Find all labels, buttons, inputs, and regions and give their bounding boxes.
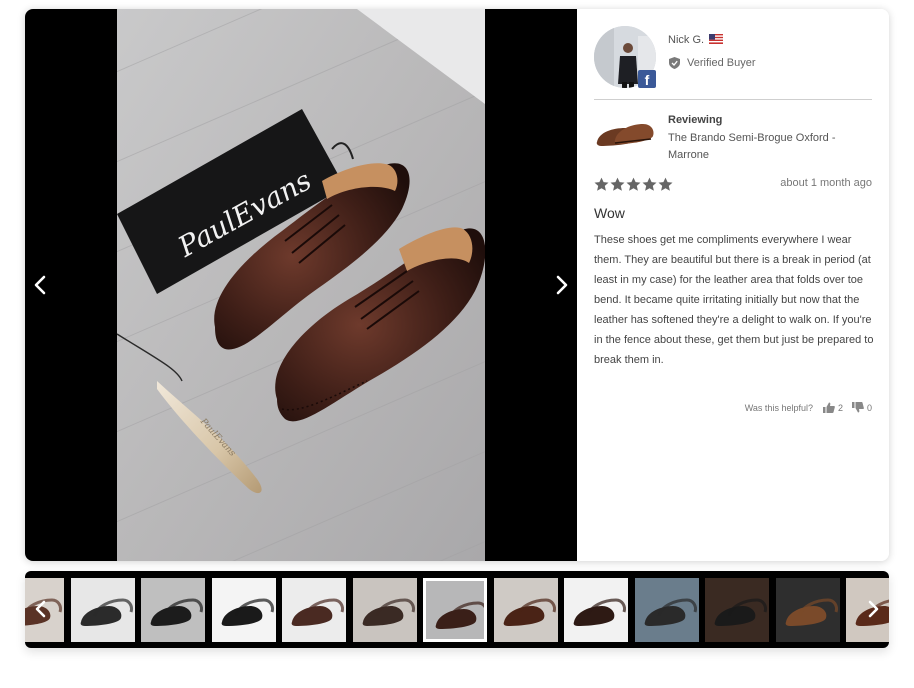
thumbnail-item[interactable] bbox=[141, 578, 205, 642]
thumbnail-item[interactable] bbox=[422, 577, 488, 643]
reviewing-label: Reviewing bbox=[668, 114, 723, 126]
review-body: These shoes get me compliments everywher… bbox=[594, 234, 874, 366]
review-date: about 1 month ago bbox=[780, 177, 872, 189]
thumbnail-item[interactable] bbox=[352, 578, 417, 642]
review-panel: f Nick G. Verified Buyer Reviewing The B… bbox=[577, 9, 889, 561]
facebook-icon: f bbox=[638, 70, 656, 88]
thumbs-down-count: 0 bbox=[866, 402, 872, 413]
thumbnail-image bbox=[70, 578, 135, 642]
verified-shield-icon bbox=[669, 57, 680, 69]
thumbnail-strip bbox=[25, 571, 889, 648]
thumbnail-item[interactable] bbox=[70, 578, 135, 642]
thumbs-up-button[interactable]: 2 bbox=[822, 402, 843, 413]
star-icon bbox=[626, 177, 641, 191]
chevron-left-icon bbox=[35, 600, 46, 618]
chevron-left-icon bbox=[34, 275, 46, 295]
thumbs-down-icon bbox=[851, 402, 864, 413]
product-thumbnail[interactable] bbox=[593, 114, 657, 152]
thumbnail-image bbox=[564, 578, 628, 642]
star-rating bbox=[594, 177, 673, 192]
helpful-votes: Was this helpful? 2 0 bbox=[745, 402, 872, 413]
star-icon bbox=[610, 177, 625, 191]
divider bbox=[594, 99, 872, 100]
thumbnail-image bbox=[493, 578, 558, 642]
thumbnail-image bbox=[141, 578, 205, 642]
thumbnails-next-button[interactable] bbox=[860, 596, 886, 622]
thumbnail-image bbox=[775, 578, 840, 642]
thumbnail-item[interactable] bbox=[634, 578, 699, 642]
thumbnail-item[interactable] bbox=[211, 578, 276, 642]
star-icon bbox=[594, 177, 609, 191]
thumbs-up-icon bbox=[822, 402, 835, 413]
chevron-right-icon bbox=[868, 600, 879, 618]
review-photo: PaulEvans PaulEvans bbox=[117, 9, 485, 561]
thumbnail-image bbox=[211, 578, 276, 642]
us-flag-icon bbox=[709, 34, 723, 44]
thumbnail-image bbox=[282, 578, 346, 642]
thumbnail-item[interactable] bbox=[493, 578, 558, 642]
next-image-button[interactable] bbox=[547, 271, 575, 299]
thumbs-up-count: 2 bbox=[837, 402, 843, 413]
thumbnail-image bbox=[705, 578, 769, 642]
thumbnail-image bbox=[426, 581, 484, 639]
image-viewer: PaulEvans PaulEvans bbox=[25, 9, 577, 561]
thumbnail-item[interactable] bbox=[282, 578, 346, 642]
product-name-link[interactable]: The Brando Semi-Brogue Oxford - Marrone bbox=[668, 130, 868, 164]
thumbnail-image bbox=[634, 578, 699, 642]
star-icon bbox=[658, 177, 673, 191]
chevron-right-icon bbox=[556, 275, 568, 295]
thumbs-down-button[interactable]: 0 bbox=[851, 402, 872, 413]
review-title: Wow bbox=[594, 205, 625, 221]
thumbnail-item[interactable] bbox=[564, 578, 628, 642]
thumbnail-image bbox=[352, 578, 417, 642]
previous-image-button[interactable] bbox=[27, 271, 55, 299]
thumbnail-item[interactable] bbox=[775, 578, 840, 642]
star-icon bbox=[642, 177, 657, 191]
thumbnail-item[interactable] bbox=[705, 578, 769, 642]
thumbnails-previous-button[interactable] bbox=[28, 596, 54, 622]
review-modal: PaulEvans PaulEvans f Nick G. Verified B… bbox=[25, 9, 889, 561]
reviewer-name: Nick G. bbox=[668, 34, 705, 46]
helpful-label: Was this helpful? bbox=[744, 402, 813, 413]
verified-buyer-label: Verified Buyer bbox=[687, 57, 756, 69]
